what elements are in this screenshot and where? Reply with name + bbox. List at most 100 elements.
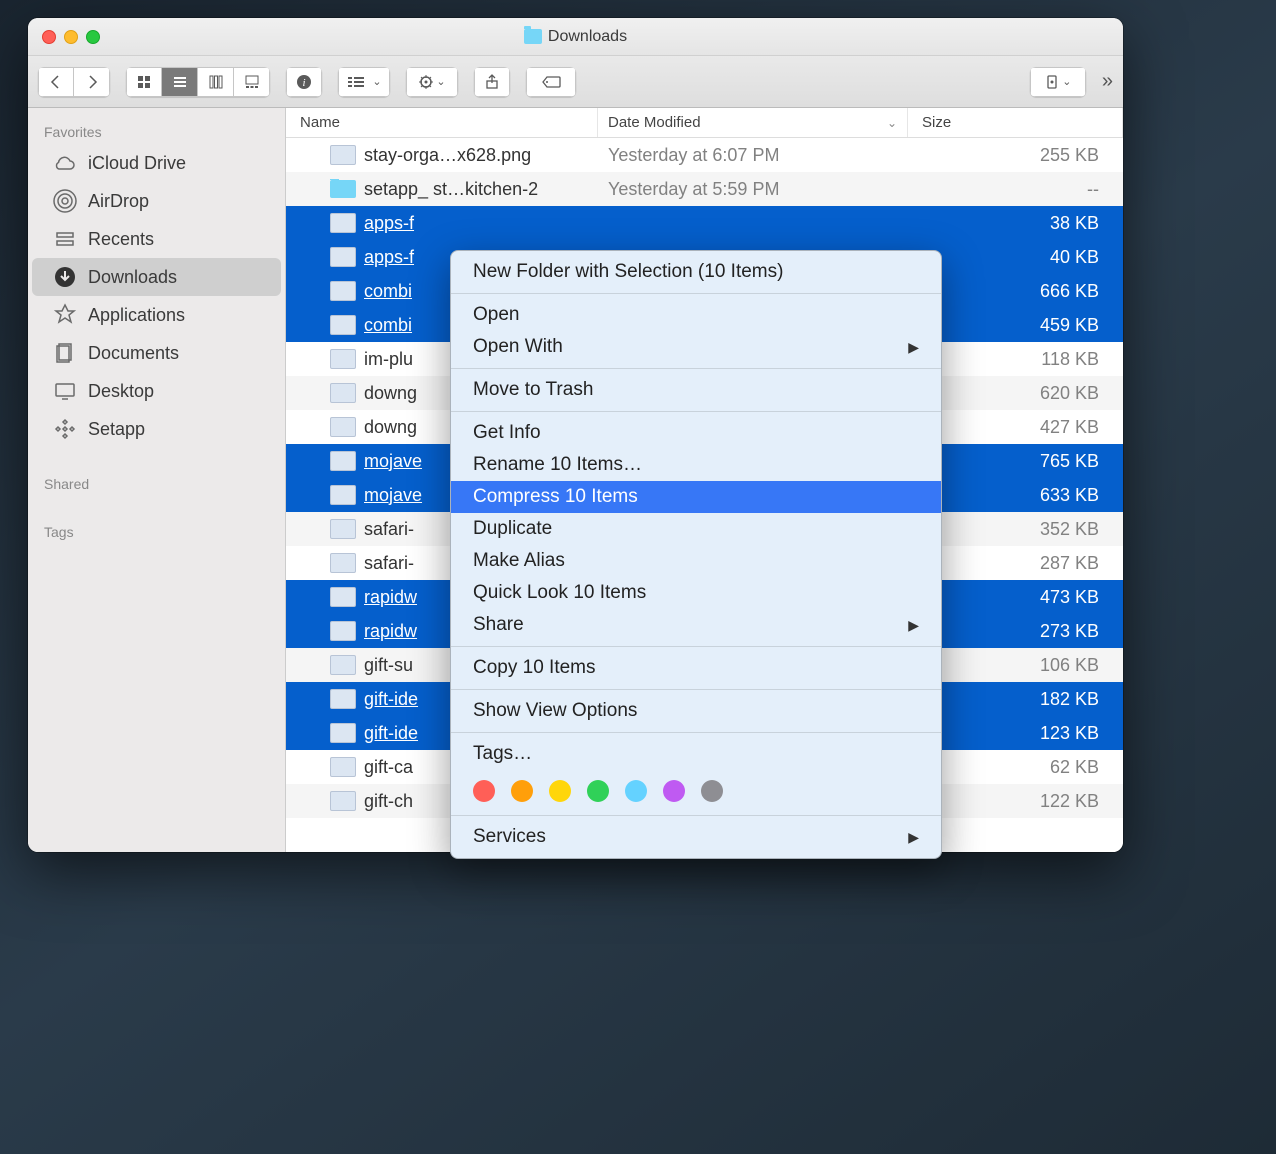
sort-descending-icon: ⌄ bbox=[887, 116, 897, 130]
cm-services[interactable]: Services▶ bbox=[451, 821, 941, 853]
file-name: downg bbox=[364, 417, 417, 438]
file-name: combi bbox=[364, 315, 412, 336]
sidebar: Favorites iCloud DriveAirDropRecentsDown… bbox=[28, 108, 286, 852]
file-row[interactable]: apps-f38 KB bbox=[286, 206, 1123, 240]
icon-view-button[interactable] bbox=[126, 67, 162, 97]
submenu-arrow-icon: ▶ bbox=[908, 339, 919, 356]
minimize-window-button[interactable] bbox=[64, 30, 78, 44]
tag-color-dot[interactable] bbox=[549, 780, 571, 802]
svg-text:i: i bbox=[302, 77, 305, 89]
close-window-button[interactable] bbox=[42, 30, 56, 44]
file-name: mojave bbox=[364, 485, 422, 506]
toolbar: i ⌄ ⌄ ⌄ » bbox=[28, 56, 1123, 108]
titlebar: Downloads bbox=[28, 18, 1123, 56]
window-title: Downloads bbox=[548, 28, 627, 46]
tag-color-dot[interactable] bbox=[511, 780, 533, 802]
context-menu: New Folder with Selection (10 Items) Ope… bbox=[450, 250, 942, 859]
tag-color-dot[interactable] bbox=[663, 780, 685, 802]
cm-new-folder-with-selection[interactable]: New Folder with Selection (10 Items) bbox=[451, 256, 941, 288]
downloads-icon bbox=[52, 264, 78, 290]
sidebar-item-desktop[interactable]: Desktop bbox=[32, 372, 281, 410]
column-header-date-modified[interactable]: Date Modified⌄ bbox=[598, 108, 908, 137]
cm-tags[interactable]: Tags… bbox=[451, 738, 941, 770]
image-thumbnail-icon bbox=[330, 349, 356, 369]
image-thumbnail-icon bbox=[330, 383, 356, 403]
image-thumbnail-icon bbox=[330, 145, 356, 165]
forward-button[interactable] bbox=[74, 67, 110, 97]
cm-share[interactable]: Share▶ bbox=[451, 609, 941, 641]
column-header-name[interactable]: Name bbox=[286, 108, 598, 137]
sidebar-item-setapp[interactable]: Setapp bbox=[32, 410, 281, 448]
file-name: rapidw bbox=[364, 587, 417, 608]
cm-get-info[interactable]: Get Info bbox=[451, 417, 941, 449]
image-thumbnail-icon bbox=[330, 281, 356, 301]
image-thumbnail-icon bbox=[330, 485, 356, 505]
image-thumbnail-icon bbox=[330, 791, 356, 811]
cm-separator bbox=[451, 732, 941, 733]
nav-buttons bbox=[38, 67, 110, 97]
cm-quick-look[interactable]: Quick Look 10 Items bbox=[451, 577, 941, 609]
cm-compress[interactable]: Compress 10 Items bbox=[451, 481, 941, 513]
file-name: gift-ch bbox=[364, 791, 413, 812]
column-header-size[interactable]: Size bbox=[908, 108, 1123, 137]
get-info-button[interactable]: i bbox=[286, 67, 322, 97]
file-name: gift-ide bbox=[364, 723, 418, 744]
sidebar-item-recents[interactable]: Recents bbox=[32, 220, 281, 258]
back-button[interactable] bbox=[38, 67, 74, 97]
image-thumbnail-icon bbox=[330, 587, 356, 607]
sidebar-item-applications[interactable]: Applications bbox=[32, 296, 281, 334]
tag-color-dot[interactable] bbox=[473, 780, 495, 802]
list-view-button[interactable] bbox=[162, 67, 198, 97]
file-name-cell: setapp_ st…kitchen-2 bbox=[286, 179, 598, 200]
view-mode-buttons bbox=[126, 67, 270, 97]
group-by-button[interactable]: ⌄ bbox=[338, 67, 390, 97]
file-name: apps-f bbox=[364, 213, 414, 234]
cm-copy[interactable]: Copy 10 Items bbox=[451, 652, 941, 684]
file-name: downg bbox=[364, 383, 417, 404]
toolbar-overflow-button[interactable]: » bbox=[1102, 70, 1113, 93]
titlebar-title-area: Downloads bbox=[28, 28, 1123, 46]
sidebar-item-downloads[interactable]: Downloads bbox=[32, 258, 281, 296]
gallery-view-button[interactable] bbox=[234, 67, 270, 97]
image-thumbnail-icon bbox=[330, 553, 356, 573]
image-thumbnail-icon bbox=[330, 689, 356, 709]
file-name: combi bbox=[364, 281, 412, 302]
cm-show-view-options[interactable]: Show View Options bbox=[451, 695, 941, 727]
file-size-cell: 255 KB bbox=[908, 145, 1123, 166]
file-name: safari- bbox=[364, 553, 414, 574]
sidebar-item-icloud-drive[interactable]: iCloud Drive bbox=[32, 144, 281, 182]
file-name: gift-ide bbox=[364, 689, 418, 710]
file-row[interactable]: setapp_ st…kitchen-2Yesterday at 5:59 PM… bbox=[286, 172, 1123, 206]
cm-make-alias[interactable]: Make Alias bbox=[451, 545, 941, 577]
file-modified-cell: Yesterday at 5:59 PM bbox=[598, 179, 908, 200]
cm-open-with[interactable]: Open With▶ bbox=[451, 331, 941, 363]
image-thumbnail-icon bbox=[330, 757, 356, 777]
dropbox-button[interactable]: ⌄ bbox=[1030, 67, 1086, 97]
sidebar-item-documents[interactable]: Documents bbox=[32, 334, 281, 372]
tag-color-dot[interactable] bbox=[701, 780, 723, 802]
zoom-window-button[interactable] bbox=[86, 30, 100, 44]
column-view-button[interactable] bbox=[198, 67, 234, 97]
cm-separator bbox=[451, 646, 941, 647]
action-button-group: ⌄ bbox=[406, 67, 458, 97]
documents-icon bbox=[52, 340, 78, 366]
file-name: gift-su bbox=[364, 655, 413, 676]
file-name: mojave bbox=[364, 451, 422, 472]
tag-color-dot[interactable] bbox=[587, 780, 609, 802]
cm-open[interactable]: Open bbox=[451, 299, 941, 331]
share-button[interactable] bbox=[474, 67, 510, 97]
sidebar-item-airdrop[interactable]: AirDrop bbox=[32, 182, 281, 220]
file-row[interactable]: stay-orga…x628.pngYesterday at 6:07 PM25… bbox=[286, 138, 1123, 172]
file-modified-cell: Yesterday at 6:07 PM bbox=[598, 145, 908, 166]
cm-rename[interactable]: Rename 10 Items… bbox=[451, 449, 941, 481]
sidebar-item-label: Applications bbox=[88, 305, 185, 326]
file-size-cell: -- bbox=[908, 179, 1123, 200]
action-button[interactable]: ⌄ bbox=[406, 67, 458, 97]
edit-tags-button[interactable] bbox=[526, 67, 576, 97]
tag-color-dot[interactable] bbox=[625, 780, 647, 802]
file-name: apps-f bbox=[364, 247, 414, 268]
cm-separator bbox=[451, 689, 941, 690]
cm-move-to-trash[interactable]: Move to Trash bbox=[451, 374, 941, 406]
sidebar-item-label: iCloud Drive bbox=[88, 153, 186, 174]
cm-duplicate[interactable]: Duplicate bbox=[451, 513, 941, 545]
